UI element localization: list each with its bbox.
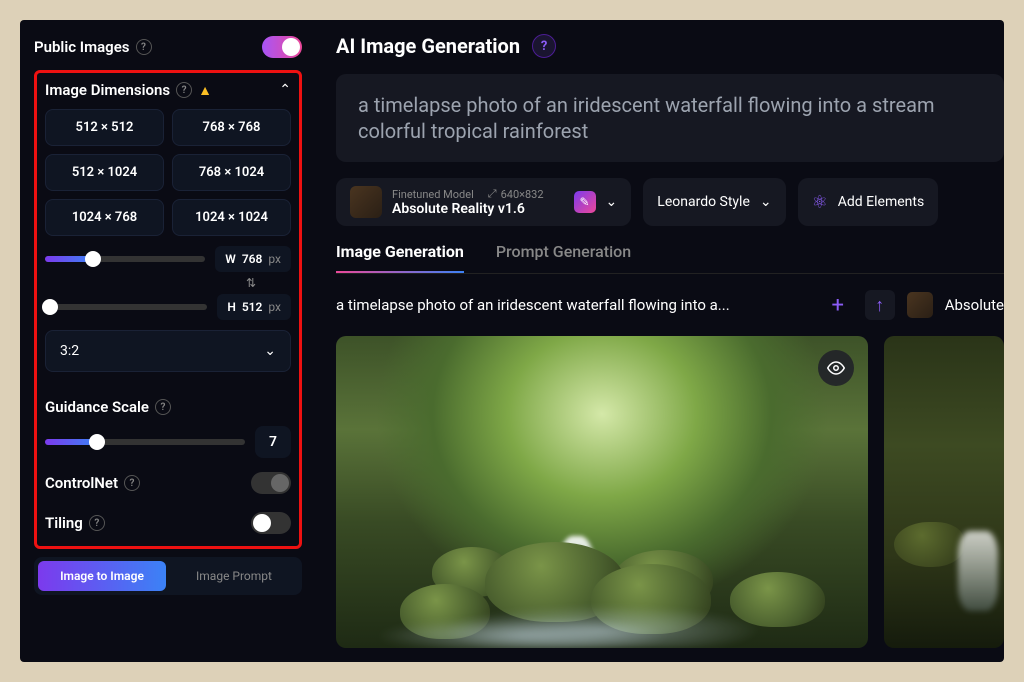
page-title: AI Image Generation: [336, 34, 520, 58]
guidance-slider[interactable]: [45, 439, 245, 445]
controlnet-row: ControlNet ?: [45, 468, 291, 498]
dimension-preset-button[interactable]: 768 × 1024: [172, 154, 291, 191]
main-panel: AI Image Generation ? a timelapse photo …: [316, 20, 1004, 662]
model-avatar: [350, 186, 382, 218]
add-button[interactable]: +: [823, 290, 853, 320]
image-to-image-tab[interactable]: Image to Image: [38, 561, 166, 591]
width-value-box[interactable]: W 768 px: [215, 246, 291, 272]
dimensions-icon: ⤢: [488, 187, 497, 201]
help-icon[interactable]: ?: [136, 39, 152, 55]
add-elements-label: Add Elements: [838, 194, 924, 210]
guidance-value[interactable]: 7: [255, 426, 291, 458]
app-root: Public Images ? Image Dimensions ? ▲ ⌃ 5…: [20, 20, 1004, 662]
highlighted-settings: Image Dimensions ? ▲ ⌃ 512 × 512 768 × 7…: [34, 70, 302, 549]
upload-button[interactable]: ↑: [865, 290, 895, 320]
help-icon[interactable]: ?: [89, 515, 105, 531]
guidance-scale-text: Guidance Scale: [45, 398, 149, 416]
help-icon[interactable]: ?: [532, 34, 556, 58]
atom-icon: ⚛: [812, 192, 828, 213]
width-label: W: [225, 252, 236, 266]
image-dimensions-label: Image Dimensions: [45, 81, 170, 99]
image-dimensions-header[interactable]: Image Dimensions ? ▲ ⌃: [45, 81, 291, 99]
result-header: a timelapse photo of an iridescent water…: [336, 290, 1004, 320]
model-selector[interactable]: Finetuned Model ⤢ 640×832 Absolute Realit…: [336, 178, 631, 226]
result-model-name: Absolute: [945, 296, 1004, 314]
guidance-scale-label: Guidance Scale ?: [45, 398, 291, 416]
width-value: 768: [242, 252, 263, 266]
tiling-label: Tiling: [45, 514, 83, 532]
height-value-box[interactable]: H 512 px: [217, 294, 291, 320]
height-value: 512: [242, 300, 263, 314]
controlnet-toggle[interactable]: [251, 472, 291, 494]
height-slider[interactable]: [45, 304, 207, 310]
help-icon[interactable]: ?: [124, 475, 140, 491]
chevron-down-icon: ⌄: [264, 343, 276, 359]
dimension-preset-button[interactable]: 512 × 1024: [45, 154, 164, 191]
result-prompt-text: a timelapse photo of an iridescent water…: [336, 296, 811, 314]
dimension-preset-button[interactable]: 1024 × 768: [45, 199, 164, 236]
model-settings-row: Finetuned Model ⤢ 640×832 Absolute Realit…: [336, 178, 1004, 226]
tiling-row: Tiling ?: [45, 508, 291, 538]
width-slider[interactable]: [45, 256, 205, 262]
aspect-ratio-select[interactable]: 3:2 ⌄: [45, 330, 291, 372]
dimension-preset-button[interactable]: 1024 × 1024: [172, 199, 291, 236]
chevron-down-icon[interactable]: ⌄: [606, 194, 618, 210]
image-prompt-tab[interactable]: Image Prompt: [170, 561, 298, 591]
chevron-down-icon: ⌄: [760, 194, 772, 210]
height-slider-row: H 512 px: [45, 294, 291, 320]
public-images-label: Public Images ?: [34, 38, 152, 56]
add-elements-button[interactable]: ⚛ Add Elements: [798, 178, 939, 226]
generated-image[interactable]: [336, 336, 868, 648]
settings-sidebar: Public Images ? Image Dimensions ? ▲ ⌃ 5…: [20, 20, 316, 662]
guidance-slider-row: 7: [45, 426, 291, 458]
prompt-input[interactable]: a timelapse photo of an iridescent water…: [336, 74, 1004, 162]
controlnet-label: ControlNet: [45, 474, 118, 492]
help-icon[interactable]: ?: [155, 399, 171, 415]
width-unit: px: [268, 252, 281, 266]
image-gallery: [336, 336, 1004, 648]
public-images-toggle[interactable]: [262, 36, 302, 58]
help-icon[interactable]: ?: [176, 82, 192, 98]
preview-button[interactable]: [818, 350, 854, 386]
page-title-row: AI Image Generation ?: [336, 34, 1004, 58]
dimension-presets: 512 × 512 768 × 768 512 × 1024 768 × 102…: [45, 109, 291, 236]
image-mode-tabs: Image to Image Image Prompt: [34, 557, 302, 595]
public-images-text: Public Images: [34, 38, 130, 56]
warning-icon: ▲: [198, 82, 212, 99]
model-thumbnail: [907, 292, 933, 318]
model-dimensions: 640×832: [501, 188, 544, 201]
width-slider-row: W 768 px: [45, 246, 291, 272]
height-unit: px: [268, 300, 281, 314]
generated-image[interactable]: [884, 336, 1004, 648]
model-name: Absolute Reality v1.6: [392, 201, 544, 217]
tiling-toggle[interactable]: [251, 512, 291, 534]
tab-prompt-generation[interactable]: Prompt Generation: [496, 242, 631, 273]
model-type-label: Finetuned Model: [392, 188, 474, 201]
swap-dimensions-icon[interactable]: ⇅: [211, 276, 291, 290]
aspect-ratio-value: 3:2: [60, 343, 79, 359]
chevron-up-icon[interactable]: ⌃: [279, 82, 291, 98]
generation-tabs: Image Generation Prompt Generation: [336, 242, 1004, 274]
dimension-preset-button[interactable]: 512 × 512: [45, 109, 164, 146]
style-label: Leonardo Style: [657, 194, 750, 210]
prompt-magic-icon[interactable]: ✎: [574, 191, 596, 213]
style-selector[interactable]: Leonardo Style ⌄: [643, 178, 785, 226]
public-images-row: Public Images ?: [34, 32, 302, 62]
dimension-preset-button[interactable]: 768 × 768: [172, 109, 291, 146]
height-label: H: [227, 300, 236, 314]
tab-image-generation[interactable]: Image Generation: [336, 242, 464, 273]
